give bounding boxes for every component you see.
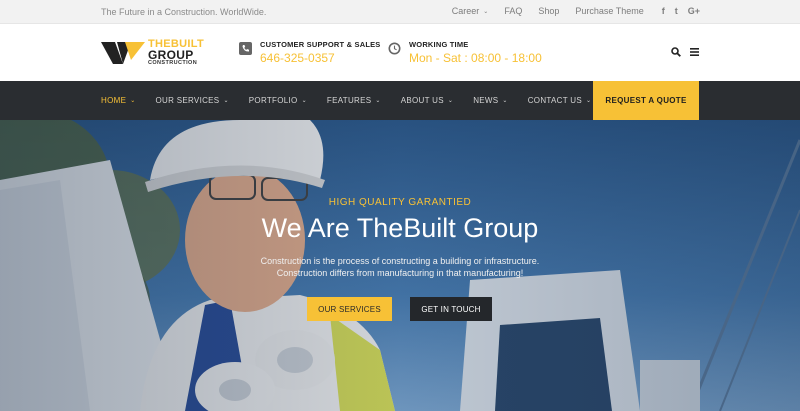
nav-item-features[interactable]: FEATURES ⌄ (327, 96, 381, 105)
support-label: CUSTOMER SUPPORT & SALES (260, 40, 381, 49)
hero-description-line-2: Construction differs from manufacturing … (276, 268, 524, 278)
header-icons (671, 47, 699, 57)
chevron-down-icon: ⌄ (483, 9, 489, 15)
hero-slider: HIGH QUALITY GARANTIED We Are TheBuilt G… (0, 120, 800, 411)
site-header: THEBUILT GROUP CONSTRUCTION CUSTOMER SUP… (0, 24, 800, 81)
top-link-faq[interactable]: FAQ (504, 6, 522, 16)
top-link-shop[interactable]: Shop (538, 6, 559, 16)
support-phone[interactable]: 646-325-0357 (260, 51, 381, 65)
nav-item-home[interactable]: HOME ⌄ (101, 96, 136, 105)
top-link-career[interactable]: Career ⌄ (452, 6, 489, 16)
logo-mark-icon (101, 42, 145, 64)
get-in-touch-button[interactable]: GET IN TOUCH (410, 297, 492, 321)
hero-headline: We Are TheBuilt Group (261, 213, 539, 243)
phone-icon (239, 42, 252, 55)
nav-item-contact-us[interactable]: CONTACT US ⌄ (528, 96, 592, 105)
chevron-down-icon: ⌄ (223, 98, 229, 104)
nav-item-portfolio[interactable]: PORTFOLIO ⌄ (249, 96, 307, 105)
hours-info: WORKING TIME Mon - Sat : 08:00 - 18:00 (388, 40, 542, 65)
hamburger-menu-icon[interactable] (690, 48, 699, 56)
logo-text-construction: CONSTRUCTION (148, 60, 198, 66)
clock-icon (388, 42, 401, 55)
hero-description-line-1: Construction is the process of construct… (260, 256, 540, 266)
tagline: The Future in a Construction. WorldWide. (101, 7, 267, 17)
nav-item-about-us[interactable]: ABOUT US ⌄ (401, 96, 453, 105)
hours-value: Mon - Sat : 08:00 - 18:00 (409, 51, 542, 65)
chevron-down-icon: ⌄ (502, 98, 508, 104)
hero-description: Construction is the process of construct… (0, 255, 800, 279)
our-services-button[interactable]: OUR SERVICES (307, 297, 392, 321)
social-links: f t G+ (662, 6, 700, 16)
logo[interactable]: THEBUILT GROUP CONSTRUCTION (101, 38, 211, 68)
support-info: CUSTOMER SUPPORT & SALES 646-325-0357 (239, 40, 381, 65)
hours-label: WORKING TIME (409, 40, 469, 49)
chevron-down-icon: ⌄ (447, 98, 454, 104)
top-link-purchase-theme[interactable]: Purchase Theme (575, 6, 643, 16)
search-icon[interactable] (671, 47, 681, 57)
facebook-icon[interactable]: f (662, 6, 665, 16)
top-links: Career ⌄ FAQ Shop Purchase Theme f t G+ (436, 6, 700, 16)
chevron-down-icon: ⌄ (301, 98, 307, 104)
chevron-down-icon: ⌄ (130, 98, 136, 104)
top-bar: The Future in a Construction. WorldWide.… (0, 0, 800, 24)
nav-item-our-services[interactable]: OUR SERVICES ⌄ (156, 96, 229, 105)
google-plus-icon[interactable]: G+ (688, 6, 700, 16)
request-quote-button[interactable]: REQUEST A QUOTE (593, 81, 699, 120)
chevron-down-icon: ⌄ (375, 98, 381, 104)
chevron-down-icon: ⌄ (586, 98, 592, 104)
twitter-icon[interactable]: t (675, 6, 678, 16)
hero-kicker: HIGH QUALITY GARANTIED (328, 197, 472, 208)
nav-item-news[interactable]: NEWS ⌄ (473, 96, 508, 105)
